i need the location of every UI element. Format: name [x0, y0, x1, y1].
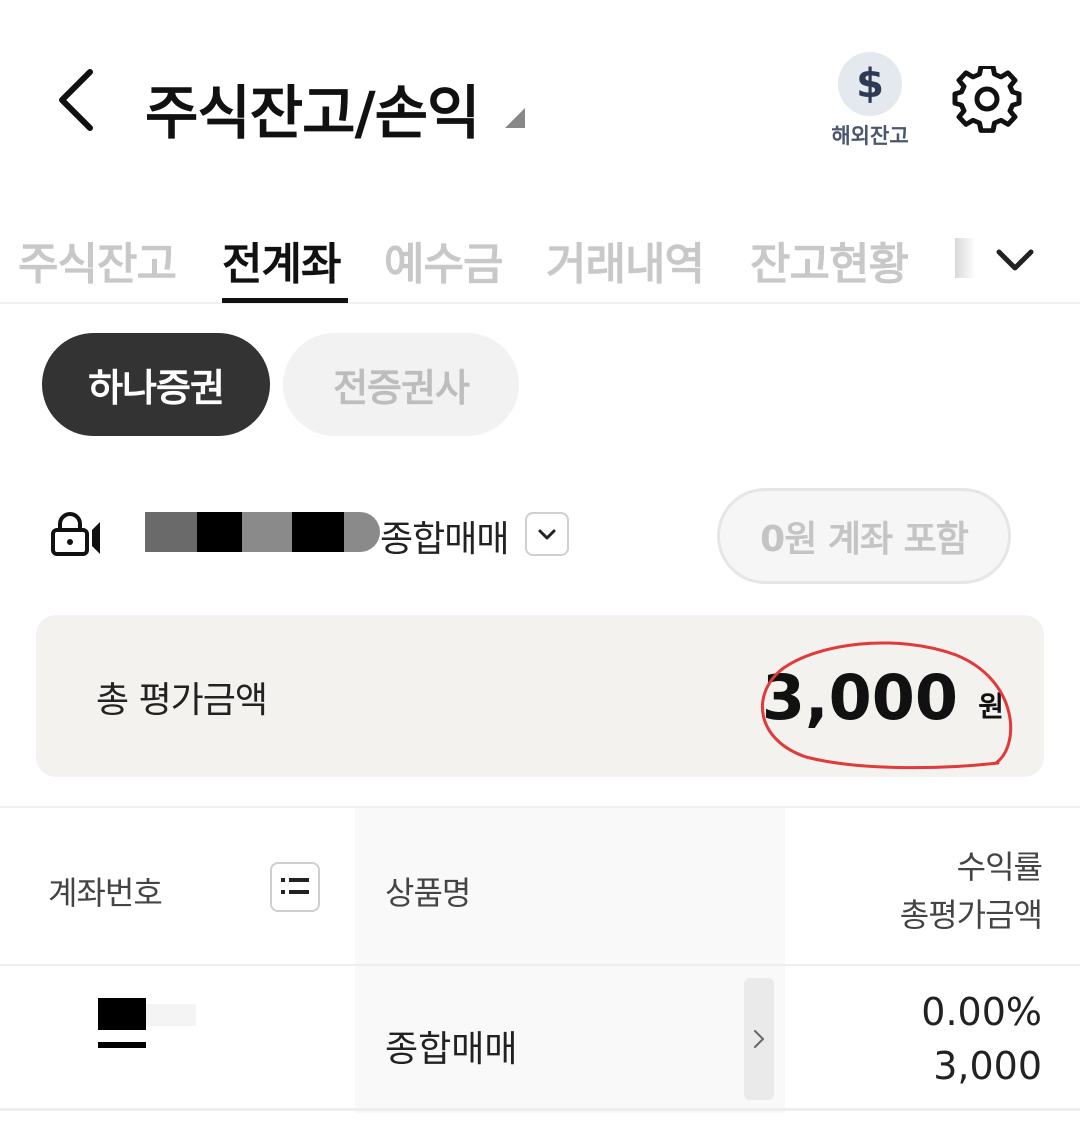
masked-account-number — [145, 512, 380, 552]
tab-all-accounts[interactable]: 전계좌 — [222, 228, 341, 292]
active-tab-indicator — [222, 298, 348, 303]
total-evaluation-label: 총 평가금액 — [96, 680, 268, 721]
list-filter-icon[interactable] — [270, 862, 320, 912]
currency-unit: 원 — [978, 690, 1004, 723]
header-account-number: 계좌번호 — [48, 874, 163, 912]
overseas-balance-button[interactable]: $ 해외잔고 — [818, 52, 922, 156]
row-product-name: 종합매매 — [385, 1029, 518, 1070]
broker-chip-hana[interactable]: 하나증권 — [42, 333, 270, 436]
back-arrow-icon[interactable] — [50, 62, 110, 142]
table-bottom-divider — [0, 1108, 1080, 1111]
broker-chip-all[interactable]: 전증권사 — [283, 333, 519, 436]
account-type-label[interactable]: 종합매매 — [380, 510, 509, 562]
tab-transaction-history[interactable]: 거래내역 — [546, 228, 705, 292]
account-table: 계좌번호 상품명 수익률 총평가금액 종합매매 0.00% 3,000 — [0, 806, 1080, 1113]
total-evaluation-value: 3,000 — [761, 661, 958, 734]
tab-deposit[interactable]: 예수금 — [384, 228, 503, 292]
header-total-evaluation: 총평가금액 — [899, 896, 1043, 934]
tab-balance-status[interactable]: 잔고현황 — [750, 228, 909, 292]
lock-icon[interactable] — [50, 512, 102, 556]
header-divider — [0, 964, 1080, 966]
dollar-icon: $ — [838, 52, 902, 116]
header-return-rate: 수익률 — [956, 848, 1043, 886]
row-total-evaluation: 3,000 — [933, 1044, 1042, 1088]
total-evaluation-card: 총 평가금액 3,000 원 — [36, 615, 1044, 777]
tab-bar: 주식잔고 전계좌 예수금 거래내역 잔고현황 — [0, 218, 1080, 304]
chevron-right-icon[interactable] — [744, 978, 774, 1100]
chevron-down-icon[interactable] — [985, 230, 1045, 290]
tab-overflow-fade — [955, 238, 975, 278]
row-return-rate: 0.00% — [921, 990, 1042, 1034]
gear-icon[interactable] — [952, 64, 1022, 136]
header: 주식잔고/손익 $ 해외잔고 — [0, 0, 1080, 190]
masked-row-account-number — [98, 998, 198, 1058]
account-dropdown-chevron-icon[interactable] — [525, 512, 569, 556]
tab-stock-balance[interactable]: 주식잔고 — [18, 228, 177, 292]
include-zero-balance-toggle[interactable]: 0원 계좌 포함 — [717, 488, 1011, 584]
page-title[interactable]: 주식잔고/손익 — [145, 66, 480, 150]
title-dropdown-caret-icon[interactable] — [505, 108, 525, 128]
header-product-name: 상품명 — [385, 874, 471, 912]
overseas-balance-label: 해외잔고 — [831, 124, 909, 148]
